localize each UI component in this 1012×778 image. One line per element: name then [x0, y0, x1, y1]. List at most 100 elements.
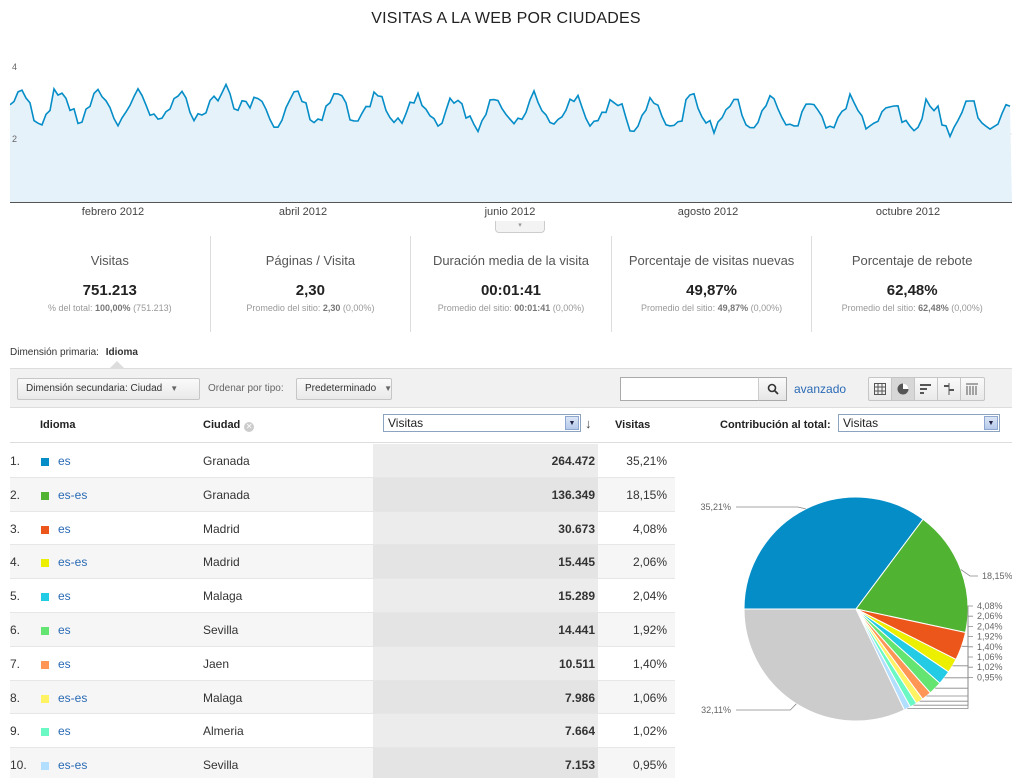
month-axis: febrero 2012 abril 2012 junio 2012 agost… — [10, 206, 1012, 222]
chevron-down-icon: ▼ — [170, 384, 179, 393]
metric-value: 00:01:41 — [480, 282, 541, 299]
column-header-visitas[interactable]: Visitas — [615, 419, 650, 431]
pivot-icon — [966, 383, 978, 395]
metric-label: Páginas / Visita — [265, 253, 356, 268]
pie-slice-label: 1,06% — [977, 652, 1003, 662]
row-number: 4. — [10, 555, 21, 570]
table-row[interactable]: 9. es Almeria 7.664 1,02% — [10, 714, 675, 749]
metric-visitas[interactable]: Visitas 751.213 % del total: 100,00% (75… — [10, 236, 211, 332]
metric-subtext: Promedio del sitio: 00:01:41 (0,00%) — [437, 303, 585, 313]
chart-expand-toggle[interactable]: ▾ — [495, 221, 545, 233]
pie-label-leader — [960, 569, 978, 577]
bar-view-button[interactable] — [915, 378, 938, 400]
metric-subtext: Promedio del sitio: 49,87% (0,00%) — [641, 303, 783, 313]
column-header-idioma[interactable]: Idioma — [40, 419, 75, 431]
language-link[interactable]: es — [58, 454, 71, 468]
series-color-swatch — [41, 491, 49, 500]
trend-y-label-mid: 2 — [12, 134, 18, 144]
bar-chart-icon — [920, 384, 931, 394]
table-row[interactable]: 4. es-es Madrid 15.445 2,06% — [10, 545, 675, 580]
series-color-swatch — [41, 593, 49, 602]
chevron-down-icon: ▼ — [984, 416, 998, 430]
search-button[interactable] — [758, 377, 787, 401]
table-row[interactable]: 2. es-es Granada 136.349 18,15% — [10, 477, 675, 512]
visits-cell: 10.511 — [558, 656, 595, 671]
metric-paginas-visita[interactable]: Páginas / Visita 2,30 Promedio del sitio… — [211, 236, 412, 332]
visits-percent-cell: 2,04% — [632, 589, 667, 604]
table-row[interactable]: 7. es Jaen 10.511 1,40% — [10, 646, 675, 681]
pie-slice-label: 4,08% — [977, 601, 1003, 611]
pivot-view-button[interactable] — [961, 378, 984, 400]
table-view-button[interactable] — [869, 378, 892, 400]
column-header-ciudad[interactable]: Ciudad ✕ — [203, 419, 255, 432]
city-cell: Malaga — [203, 690, 243, 705]
table-row[interactable]: 10. es-es Sevilla 7.153 0,95% — [10, 748, 675, 778]
language-link[interactable]: es-es — [58, 691, 87, 705]
month-label: febrero 2012 — [81, 206, 145, 218]
visits-percent-cell: 1,02% — [632, 724, 667, 739]
language-link[interactable]: es — [58, 589, 71, 603]
metric-subtext: Promedio del sitio: 2,30 (0,00%) — [246, 303, 375, 313]
row-number: 3. — [10, 521, 21, 536]
comparison-view-button[interactable] — [938, 378, 961, 400]
row-number: 5. — [10, 589, 21, 604]
metric-rebote[interactable]: Porcentaje de rebote 62,48% Promedio del… — [812, 236, 1012, 332]
pie-slice-label: 1,92% — [977, 632, 1003, 642]
language-link[interactable]: es — [58, 623, 71, 637]
row-number: 8. — [10, 690, 21, 705]
city-cell: Madrid — [203, 555, 240, 570]
metric-duracion-media[interactable]: Duración media de la visita 00:01:41 Pro… — [411, 236, 612, 332]
city-cell: Malaga — [203, 589, 243, 604]
language-link[interactable]: es — [58, 657, 71, 671]
metric-select[interactable]: Visitas ▼ — [383, 414, 581, 432]
language-link[interactable]: es-es — [58, 488, 87, 502]
sort-order-dropdown[interactable]: Predeterminado ▼ — [296, 378, 392, 400]
table-toolbar: Dimensión secundaria: Ciudad ▼ Ordenar po… — [10, 368, 1012, 408]
language-link[interactable]: es-es — [58, 555, 87, 569]
metrics-summary: Visitas 751.213 % del total: 100,00% (75… — [10, 236, 1012, 332]
search-icon — [767, 383, 779, 395]
secondary-dimension-label: Dimensión secundaria: Ciudad — [26, 383, 163, 394]
table-row[interactable]: 1. es Granada 264.472 35,21% — [10, 444, 675, 478]
metric-visitas-nuevas[interactable]: Porcentaje de visitas nuevas 49,87% Prom… — [612, 236, 813, 332]
table-row[interactable]: 8. es-es Malaga 7.986 1,06% — [10, 680, 675, 715]
contribution-select[interactable]: Visitas ▼ — [838, 414, 1000, 432]
row-number: 7. — [10, 656, 21, 671]
table-row[interactable]: 5. es Malaga 15.289 2,04% — [10, 579, 675, 613]
city-cell: Madrid — [203, 521, 240, 536]
visits-percent-cell: 4,08% — [632, 521, 667, 536]
pie-slice-label: 32,11% — [701, 705, 731, 715]
metric-label: Porcentaje de visitas nuevas — [628, 253, 795, 268]
pie-view-button[interactable] — [892, 378, 915, 400]
visits-percent-cell: 2,06% — [632, 555, 667, 570]
advanced-link[interactable]: avanzado — [794, 382, 846, 396]
language-link[interactable]: es-es — [58, 758, 87, 772]
contribution-pie-chart: 35,21% 18,15% 4,08% 2,06% 2,04% 1,92% 1,40% 1,0… — [676, 444, 1012, 778]
city-cell: Granada — [203, 454, 250, 468]
data-table-body: 1. es Granada 264.472 35,21% 2. es-es Granada 13… — [10, 444, 675, 778]
month-label: abril 2012 — [278, 206, 328, 218]
language-link[interactable]: es — [58, 522, 71, 536]
row-number: 2. — [10, 487, 21, 502]
pie-slice-label: 1,02% — [977, 662, 1003, 672]
series-color-swatch — [41, 525, 49, 534]
table-row[interactable]: 6. es Sevilla 14.441 1,92% — [10, 612, 675, 647]
metric-subtext: Promedio del sitio: 62,48% (0,00%) — [841, 303, 983, 313]
visits-trend-chart: 4 2 — [10, 62, 1012, 204]
visits-cell: 15.289 — [558, 589, 595, 604]
secondary-dimension-dropdown[interactable]: Dimensión secundaria: Ciudad ▼ — [17, 378, 200, 400]
remove-dimension-icon[interactable]: ✕ — [244, 422, 255, 432]
city-cell: Jaen — [203, 656, 230, 671]
row-number: 9. — [10, 724, 21, 739]
primary-dimension-value[interactable]: Idioma — [106, 347, 138, 358]
trend-y-label-top: 4 — [12, 62, 18, 72]
language-link[interactable]: es — [58, 724, 71, 738]
sort-descending-icon[interactable]: ↓ — [585, 416, 592, 431]
visits-cell: 15.445 — [558, 555, 595, 570]
trend-area — [10, 84, 1012, 202]
series-color-swatch — [41, 559, 49, 568]
table-row[interactable]: 3. es Madrid 30.673 4,08% — [10, 511, 675, 546]
primary-dimension-label: Dimensión primaria: — [10, 347, 99, 358]
visits-cell: 7.153 — [564, 758, 595, 773]
metric-label: Porcentaje de rebote — [851, 253, 973, 268]
